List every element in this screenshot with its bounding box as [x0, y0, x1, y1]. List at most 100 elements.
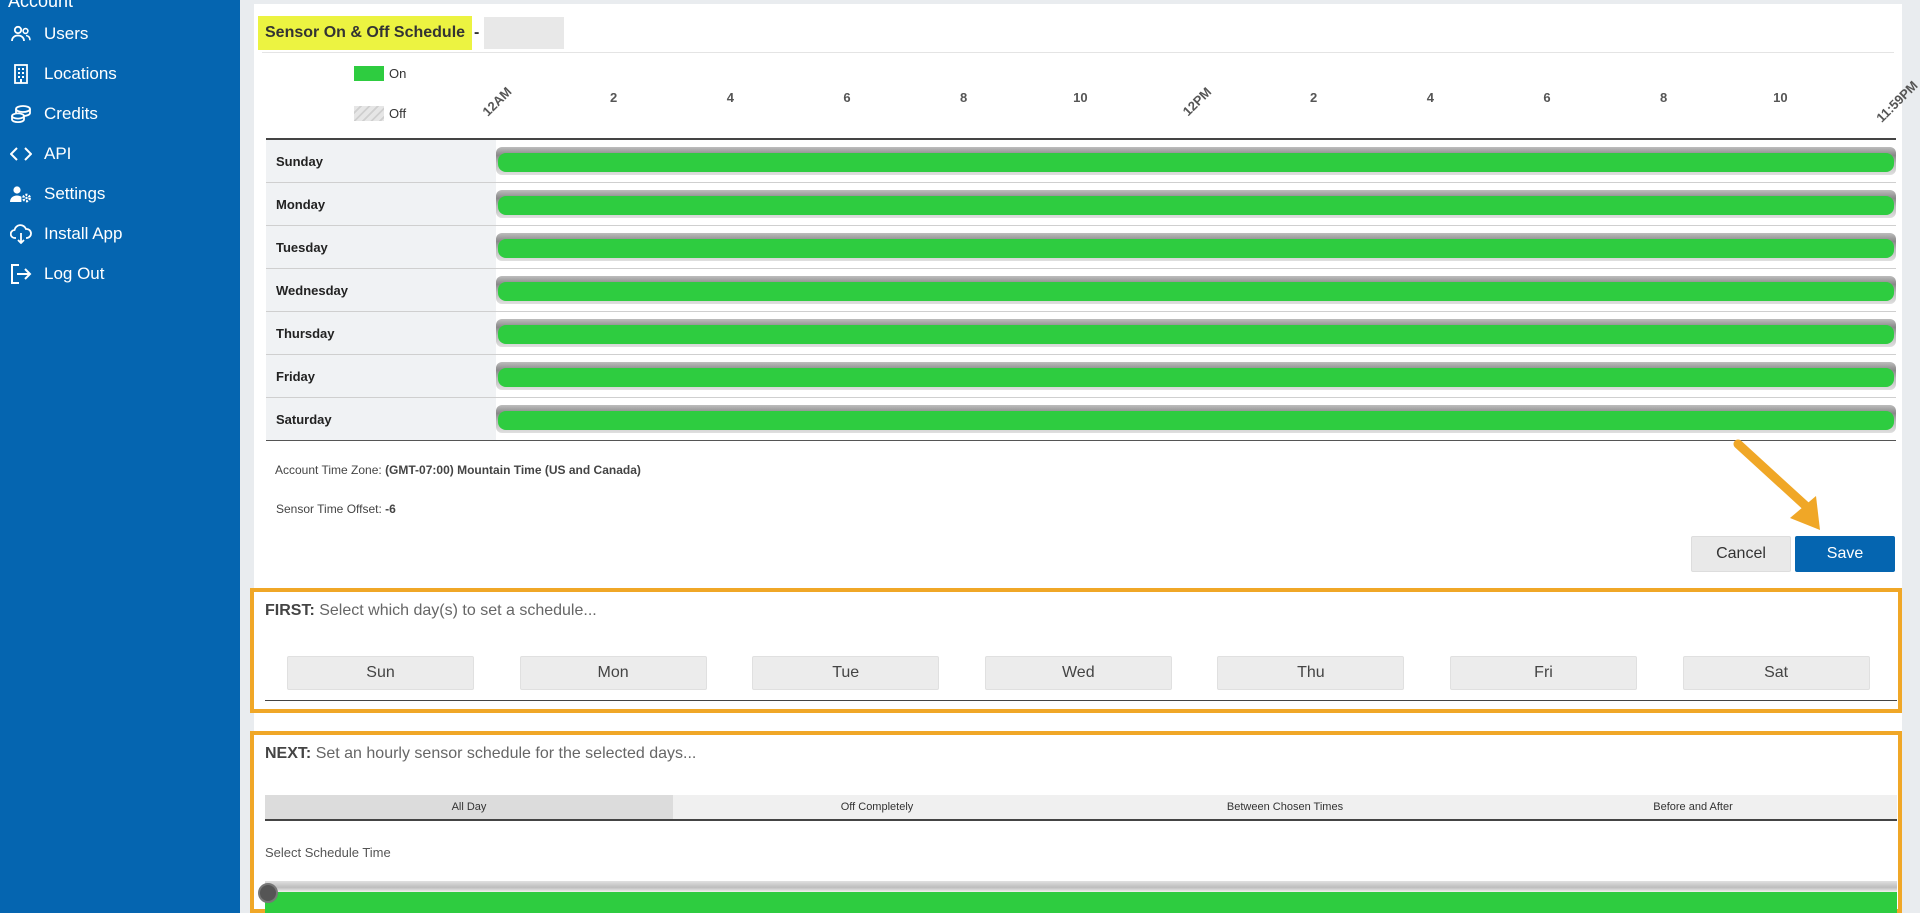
legend-on-swatch — [354, 66, 384, 81]
hour-label: 10 — [1073, 90, 1088, 105]
day-button-fri[interactable]: Fri — [1450, 656, 1637, 690]
schedule-row: Thursday — [266, 312, 1896, 355]
schedule-title-row: Sensor On & Off Schedule - — [258, 14, 565, 52]
sidebar-item-api[interactable]: API — [0, 134, 240, 174]
sidebar-item-label: Locations — [44, 64, 117, 83]
sidebar-heading: Account — [8, 0, 74, 11]
hour-label: 6 — [1543, 90, 1551, 105]
day-label: Thursday — [266, 312, 496, 354]
day-button-tue[interactable]: Tue — [752, 656, 940, 690]
select-days-section: FIRST: Select which day(s) to set a sche… — [250, 588, 1902, 713]
sensor-offset-info: Sensor Time Offset: -6 — [276, 502, 396, 516]
logout-icon — [10, 263, 32, 285]
sidebar-item-credits[interactable]: Credits — [0, 94, 240, 134]
hour-label: 8 — [1660, 90, 1668, 105]
day-button-wed[interactable]: Wed — [984, 656, 1172, 690]
hourly-schedule-heading: NEXT: Set an hourly sensor schedule for … — [265, 745, 696, 763]
timezone-label: Account Time Zone: — [275, 463, 382, 477]
day-schedule-bar[interactable] — [496, 319, 1896, 347]
timezone-value: (GMT-07:00) Mountain Time (US and Canada… — [385, 463, 641, 477]
on-period-fill — [498, 153, 1894, 172]
day-label: Friday — [266, 355, 496, 397]
divider — [262, 52, 1894, 53]
on-period-fill — [498, 239, 1894, 258]
day-label: Sunday — [266, 140, 496, 182]
legend-off-swatch — [354, 106, 384, 121]
step-next-label: NEXT: — [265, 745, 312, 762]
day-schedule-bar[interactable] — [496, 362, 1896, 390]
timezone-info: Account Time Zone: (GMT-07:00) Mountain … — [275, 463, 641, 477]
step-first-label: FIRST: — [265, 602, 315, 619]
tab-off-completely[interactable]: Off Completely — [673, 795, 1081, 819]
divider — [265, 700, 1897, 701]
day-label: Wednesday — [266, 269, 496, 311]
building-icon — [10, 63, 32, 85]
on-period-fill — [498, 282, 1894, 301]
user-gear-icon — [10, 183, 32, 205]
schedule-row: Tuesday — [266, 226, 1896, 269]
callout-arrow-icon — [1733, 439, 1820, 530]
hour-label: 4 — [726, 90, 734, 105]
legend-off-label: Off — [389, 106, 407, 121]
sidebar-item-label: Settings — [44, 184, 106, 203]
sidebar-item-label: Install App — [44, 224, 123, 243]
day-schedule-bar[interactable] — [496, 276, 1896, 304]
legend-on: On — [354, 66, 406, 81]
day-schedule-bar[interactable] — [496, 233, 1896, 261]
users-icon — [10, 23, 32, 45]
sidebar-item-users[interactable]: Users — [0, 14, 240, 54]
schedule-row: Friday — [266, 355, 1896, 398]
day-schedule-bar[interactable] — [496, 190, 1896, 218]
hour-label: 2 — [610, 90, 618, 105]
sensor-name-placeholder — [484, 17, 565, 49]
schedule-mode-tabs: All Day Off Completely Between Chosen Time… — [265, 795, 1897, 821]
save-button[interactable]: Save — [1795, 536, 1895, 572]
cancel-button[interactable]: Cancel — [1691, 536, 1791, 572]
day-button-mon[interactable]: Mon — [519, 656, 707, 690]
hour-label: 8 — [960, 90, 968, 105]
day-button-sat[interactable]: Sat — [1682, 656, 1870, 690]
tab-all-day[interactable]: All Day — [265, 795, 673, 819]
page-title: Sensor On & Off Schedule — [258, 16, 473, 50]
offset-label: Sensor Time Offset: — [276, 502, 382, 516]
day-label: Monday — [266, 183, 496, 225]
on-period-fill — [498, 196, 1894, 215]
hour-axis: 12AM 2 4 6 8 10 12PM 2 4 6 8 10 11:59PM — [479, 78, 1920, 125]
legend-off: Off — [354, 106, 406, 121]
sidebar-item-log-out[interactable]: Log Out — [0, 254, 240, 294]
sidebar-item-label: Users — [44, 24, 89, 43]
sidebar-item-label: Log Out — [44, 264, 105, 283]
schedule-time-slider[interactable] — [265, 881, 1897, 913]
sidebar: Account Users Locations Credits API Sett… — [0, 0, 240, 913]
hourly-schedule-section: NEXT: Set an hourly sensor schedule for … — [250, 731, 1902, 913]
day-schedule-bar[interactable] — [496, 147, 1896, 175]
schedule-row: Monday — [266, 183, 1896, 226]
select-schedule-time-label: Select Schedule Time — [265, 845, 391, 860]
sidebar-item-settings[interactable]: Settings — [0, 174, 240, 214]
day-button-sun[interactable]: Sun — [287, 656, 474, 690]
tab-between-chosen-times[interactable]: Between Chosen Times — [1081, 795, 1489, 819]
hour-label: 2 — [1310, 90, 1318, 105]
offset-value: -6 — [385, 502, 396, 516]
schedule-row: Saturday — [266, 398, 1896, 441]
sidebar-item-label: Credits — [44, 104, 98, 123]
schedule-rows: Sunday Monday Tuesday Wednesday Thursday Frid… — [266, 140, 1896, 441]
hour-label: 12PM — [1179, 84, 1215, 119]
cloud-download-icon — [10, 223, 32, 245]
on-period-fill — [498, 368, 1894, 387]
hour-label: 11:59PM — [1873, 77, 1920, 126]
hour-label: 12AM — [479, 83, 515, 120]
day-label: Saturday — [266, 398, 496, 440]
hour-label: 10 — [1773, 90, 1788, 105]
on-period-fill — [498, 325, 1894, 344]
select-days-heading: FIRST: Select which day(s) to set a sche… — [265, 602, 597, 620]
legend-on-label: On — [389, 66, 407, 81]
day-button-thu[interactable]: Thu — [1217, 656, 1405, 690]
tab-before-and-after[interactable]: Before and After — [1489, 795, 1897, 819]
day-schedule-bar[interactable] — [496, 405, 1896, 433]
sidebar-item-locations[interactable]: Locations — [0, 54, 240, 94]
on-period-fill — [498, 411, 1894, 430]
day-label: Tuesday — [266, 226, 496, 268]
sidebar-item-install-app[interactable]: Install App — [0, 214, 240, 254]
slider-handle[interactable] — [258, 883, 278, 903]
